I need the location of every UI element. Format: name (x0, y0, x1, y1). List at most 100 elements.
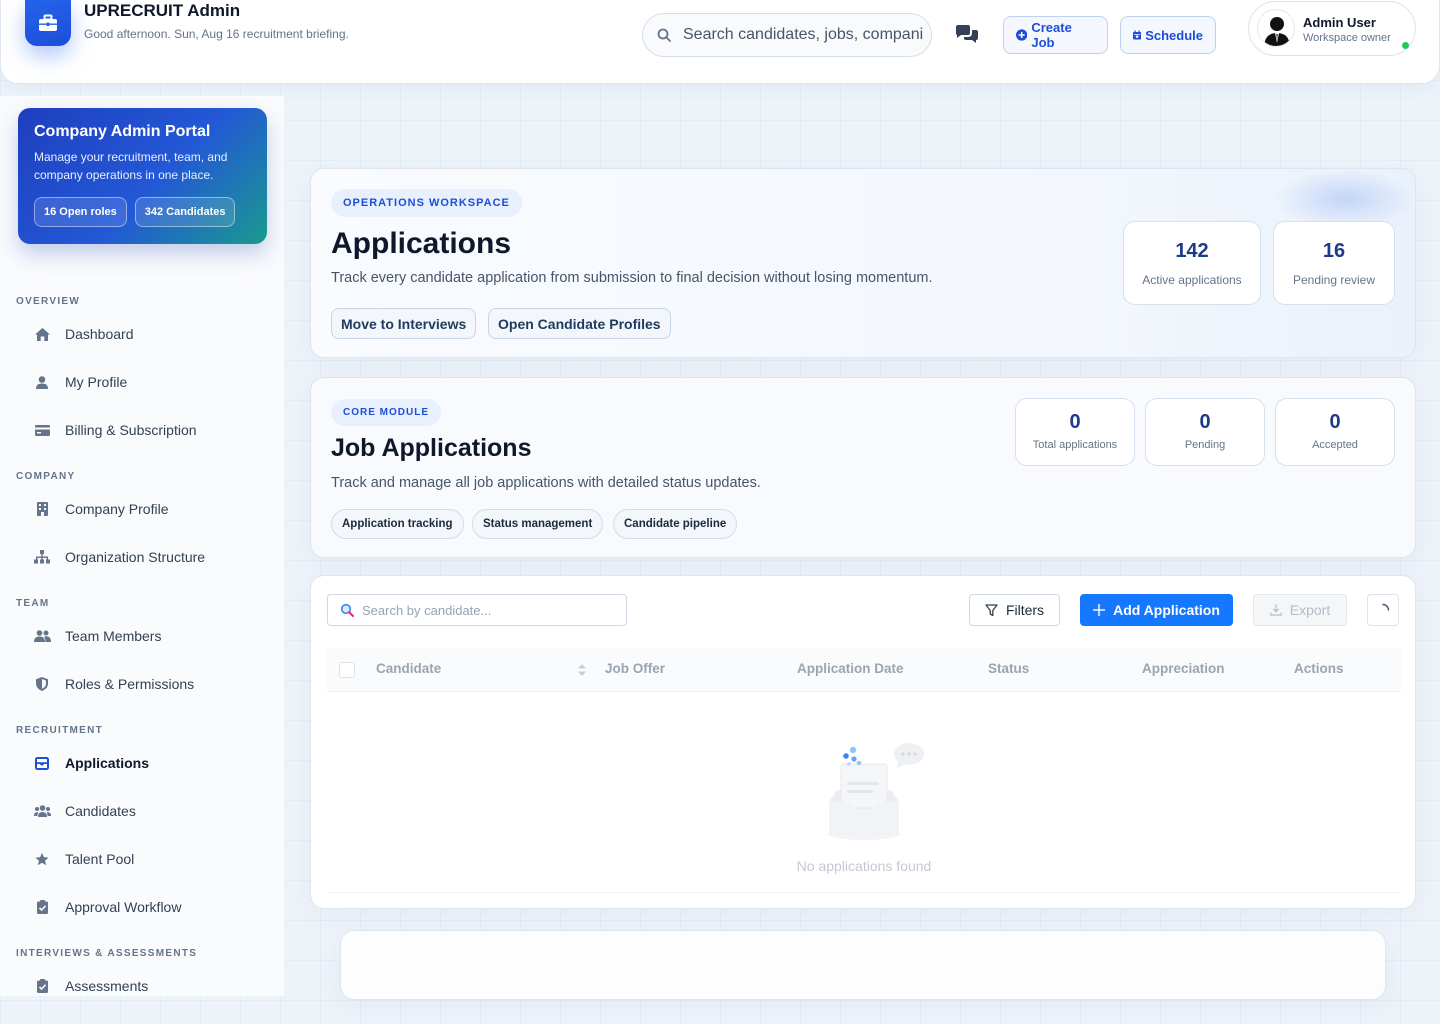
nav-section-recruitment: RECRUITMENT (16, 725, 104, 736)
open-roles-tag[interactable]: 16 Open roles (34, 197, 127, 227)
column-appreciation[interactable]: Appreciation (1142, 661, 1225, 676)
sidebar-item-label: Applications (65, 755, 150, 771)
candidate-search[interactable] (327, 594, 627, 626)
plus-icon (1093, 604, 1106, 616)
select-all-checkbox[interactable] (339, 662, 355, 678)
user-menu[interactable]: Admin User Workspace owner (1248, 1, 1416, 56)
schedule-label: Schedule (1145, 27, 1203, 43)
sidebar-item-label: Approval Workflow (65, 899, 182, 915)
stat-total-applications: 0 Total applications (1015, 398, 1135, 466)
portal-title: Company Admin Portal (34, 123, 211, 140)
user-name: Admin User (1303, 15, 1376, 30)
column-actions: Actions (1294, 661, 1344, 676)
add-application-button[interactable]: Add Application (1080, 594, 1233, 626)
search-icon (657, 28, 671, 42)
briefcase-logo-icon[interactable] (25, 0, 71, 46)
applications-table-card: Filters Add Application Export Candidate… (310, 575, 1416, 909)
sidebar-item-dashboard[interactable]: Dashboard (24, 317, 264, 351)
sidebar-item-assessments[interactable]: Assessments (24, 969, 264, 996)
sidebar-item-applications[interactable]: Applications (24, 746, 264, 780)
nav-section-team: TEAM (16, 598, 50, 609)
column-job-offer[interactable]: Job Offer (605, 661, 665, 676)
sidebar-item-team-members[interactable]: Team Members (24, 619, 264, 653)
bottom-panel (340, 930, 1386, 1000)
clipboard-check-icon (24, 979, 60, 993)
create-job-label: Create Job (1031, 20, 1072, 50)
open-candidate-profiles-button[interactable]: Open Candidate Profiles (488, 308, 671, 339)
filters-label: Filters (1005, 602, 1045, 618)
online-status-dot (1402, 42, 1409, 49)
download-icon (1269, 604, 1282, 616)
plus-circle-icon (1016, 29, 1028, 41)
sidebar-item-label: My Profile (65, 374, 128, 390)
sort-icon[interactable] (578, 664, 586, 676)
stat-value: 0 (1069, 411, 1081, 433)
filters-button[interactable]: Filters (969, 594, 1060, 626)
empty-inbox-illustration (828, 743, 924, 840)
sidebar-item-label: Roles & Permissions (65, 676, 195, 692)
core-module-card: CORE MODULE Job Applications Track and m… (310, 377, 1416, 558)
move-to-interviews-button[interactable]: Move to Interviews (331, 308, 477, 339)
nav-section-company: COMPANY (16, 471, 76, 482)
greeting-text: Good afternoon. Sun, Aug 16 recruitment … (84, 27, 349, 41)
home-icon (24, 327, 60, 341)
global-search[interactable] (642, 13, 932, 57)
operations-card: OPERATIONS WORKSPACE Applications Track … (310, 168, 1416, 358)
page-title: Applications (331, 227, 512, 260)
nav-section-overview: OVERVIEW (16, 296, 81, 307)
global-search-input[interactable] (683, 26, 923, 44)
calendar-icon (1133, 30, 1142, 40)
clipboard-check-icon (24, 900, 60, 914)
stat-value: 142 (1175, 240, 1209, 262)
stat-label: Pending review (1292, 273, 1376, 287)
section-title: Job Applications (331, 434, 532, 462)
stat-pending-review: 16 Pending review (1273, 221, 1395, 305)
shield-icon (24, 677, 60, 691)
nav-section-interviews: INTERVIEWS & ASSESSMENTS (16, 948, 198, 959)
stat-value: 16 (1322, 240, 1346, 262)
sidebar-item-my-profile[interactable]: My Profile (24, 365, 264, 399)
user-icon (24, 375, 60, 389)
add-application-label: Add Application (1113, 602, 1220, 618)
stat-label: Accepted (1312, 439, 1358, 451)
sidebar-item-billing[interactable]: Billing & Subscription (24, 413, 264, 447)
column-candidate[interactable]: Candidate (376, 661, 441, 676)
sidebar-item-candidates[interactable]: Candidates (24, 794, 264, 828)
avatar (1257, 9, 1295, 47)
sidebar-item-label: Billing & Subscription (65, 422, 197, 438)
schedule-button[interactable]: Schedule (1120, 16, 1216, 54)
sidebar-item-approval[interactable]: Approval Workflow (24, 890, 264, 924)
sidebar-item-label: Assessments (65, 978, 149, 994)
chat-icon[interactable] (954, 24, 982, 46)
stat-value: 0 (1329, 411, 1341, 433)
portal-description: Manage your recruitment, team, and compa… (34, 150, 228, 182)
column-status[interactable]: Status (988, 661, 1029, 676)
sidebar-item-roles[interactable]: Roles & Permissions (24, 667, 264, 701)
stat-label: Total applications (1032, 439, 1118, 451)
refresh-button[interactable] (1367, 594, 1399, 626)
chip-status-management: Status management (472, 509, 604, 539)
star-icon (24, 852, 60, 866)
operations-eyebrow: OPERATIONS WORKSPACE (331, 189, 522, 217)
create-job-button[interactable]: Create Job (1003, 16, 1108, 54)
sidebar-item-talent-pool[interactable]: Talent Pool (24, 842, 264, 876)
sidebar-item-label: Team Members (65, 628, 162, 644)
sidebar-item-label: Organization Structure (65, 549, 206, 565)
credit-card-icon (24, 424, 60, 436)
export-button[interactable]: Export (1253, 594, 1347, 626)
sidebar-item-organization[interactable]: Organization Structure (24, 540, 264, 574)
users-icon (24, 630, 60, 642)
candidate-search-input[interactable] (362, 602, 622, 618)
building-icon (24, 502, 60, 516)
stat-label: Active applications (1142, 273, 1242, 287)
candidates-tag[interactable]: 342 Candidates (134, 197, 236, 227)
org-chart-icon (24, 550, 60, 564)
empty-state-text: No applications found (796, 858, 932, 874)
decorative-glow (1275, 169, 1415, 229)
stat-pending: 0 Pending (1145, 398, 1265, 466)
table-divider (327, 892, 1401, 893)
column-application-date[interactable]: Application Date (797, 661, 904, 676)
inbox-icon (24, 756, 60, 770)
sidebar-item-company-profile[interactable]: Company Profile (24, 492, 264, 526)
core-module-description: Track and manage all job applications wi… (331, 475, 761, 491)
